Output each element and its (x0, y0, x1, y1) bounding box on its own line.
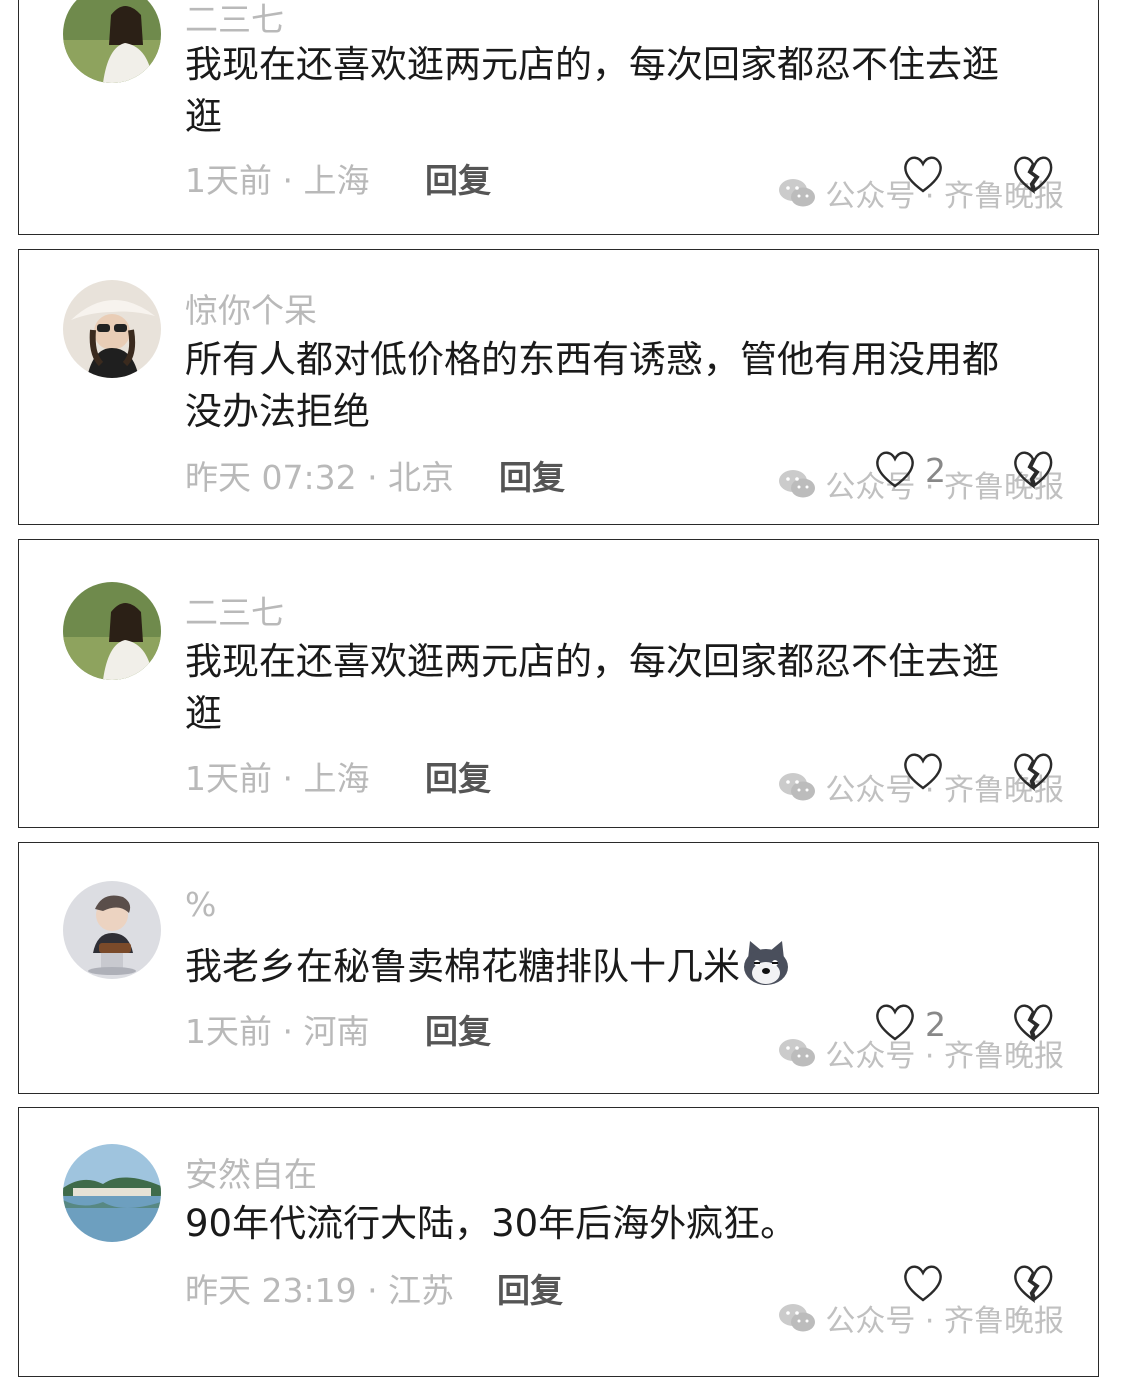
username[interactable]: 二三七 (185, 586, 284, 634)
username[interactable]: 安然自在 (185, 1148, 317, 1196)
wechat-logo-icon (779, 470, 816, 498)
broken-heart-icon[interactable] (1011, 1262, 1055, 1304)
heart-outline-icon[interactable] (901, 153, 945, 195)
broken-heart-icon[interactable] (1011, 1001, 1055, 1043)
comment-card: 二三七 我现在还喜欢逛两元店的，每次回家都忍不住去逛逛 1天前 · 上海 回复 … (18, 0, 1099, 235)
avatar[interactable] (63, 0, 161, 83)
avatar[interactable] (63, 1144, 161, 1242)
time-location: 昨天 23:19 · 江苏 (185, 1271, 455, 1310)
dog-emoji-icon (744, 941, 788, 985)
username[interactable]: 惊你个呆 (185, 284, 317, 332)
reply-button[interactable]: 回复 (425, 752, 491, 800)
time-location: 1天前 · 河南 (185, 1012, 370, 1051)
heart-outline-icon[interactable] (901, 1262, 945, 1304)
reply-button[interactable]: 回复 (425, 154, 491, 202)
comment-card: 惊你个呆 所有人都对低价格的东西有诱惑，管他有用没用都没办法拒绝 昨天 07:3… (18, 249, 1099, 525)
comment-text-content: 我老乡在秘鲁卖棉花糖排队十几米 (185, 945, 740, 988)
comment-text: 我现在还喜欢逛两元店的，每次回家都忍不住去逛逛 (185, 640, 999, 735)
wechat-logo-icon (779, 1304, 816, 1332)
broken-heart-icon[interactable] (1011, 448, 1055, 490)
reply-button[interactable]: 回复 (425, 1005, 491, 1053)
comment-card: 安然自在 90年代流行大陆，30年后海外疯狂。 昨天 23:19 · 江苏 回复… (18, 1107, 1099, 1377)
avatar[interactable] (63, 280, 161, 378)
like-count: 2 (925, 451, 946, 490)
username[interactable]: % (185, 885, 216, 924)
wechat-logo-icon (779, 179, 816, 207)
comment-text: 90年代流行大陆，30年后海外疯狂。 (185, 1202, 798, 1245)
comment-text: 我老乡在秘鲁卖棉花糖排队十几米 (185, 937, 1035, 993)
time-location: 1天前 · 上海 (185, 759, 370, 798)
comment-text: 所有人都对低价格的东西有诱惑，管他有用没用都没办法拒绝 (185, 338, 999, 433)
like-count: 2 (925, 1005, 946, 1044)
heart-outline-icon[interactable] (901, 750, 945, 792)
avatar[interactable] (63, 881, 161, 979)
reply-button[interactable]: 回复 (499, 451, 565, 499)
reply-button[interactable]: 回复 (497, 1264, 563, 1312)
comment-text: 我现在还喜欢逛两元店的，每次回家都忍不住去逛逛 (185, 43, 999, 138)
avatar[interactable] (63, 582, 161, 680)
wechat-logo-icon (779, 773, 816, 801)
wechat-logo-icon (779, 1039, 816, 1067)
username[interactable]: 二三七 (185, 0, 284, 41)
heart-outline-icon[interactable] (873, 1001, 917, 1043)
time-location: 1天前 · 上海 (185, 161, 370, 200)
heart-outline-icon[interactable] (873, 448, 917, 490)
comment-card: % 我老乡在秘鲁卖棉花糖排队十几米 1天前 · 河南 回复 公众号 · 齐鲁晚报… (18, 842, 1099, 1094)
broken-heart-icon[interactable] (1011, 750, 1055, 792)
comment-card: 二三七 我现在还喜欢逛两元店的，每次回家都忍不住去逛逛 1天前 · 上海 回复 … (18, 539, 1099, 828)
time-location: 昨天 07:32 · 北京 (185, 458, 455, 497)
broken-heart-icon[interactable] (1011, 153, 1055, 195)
